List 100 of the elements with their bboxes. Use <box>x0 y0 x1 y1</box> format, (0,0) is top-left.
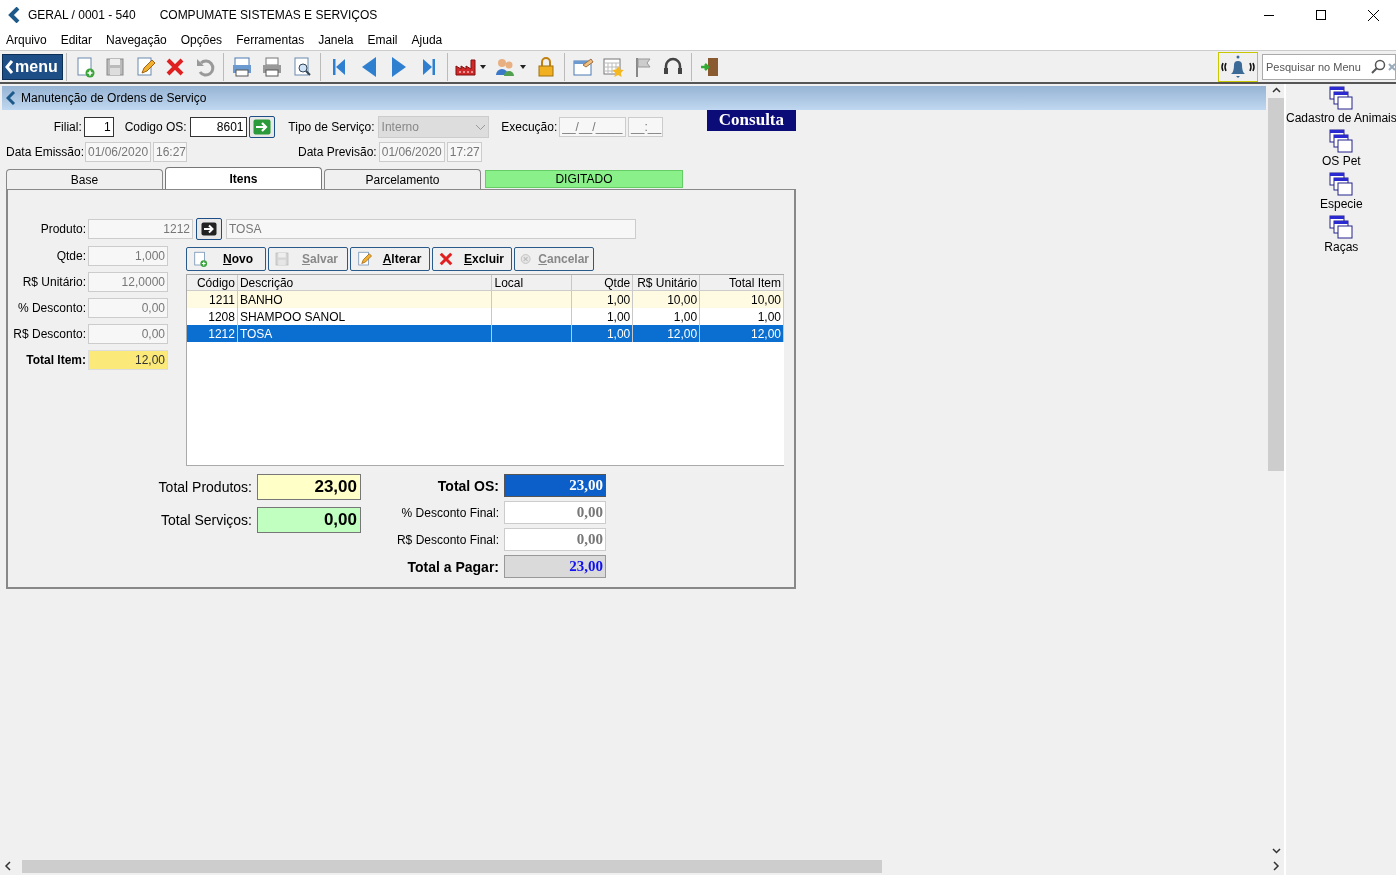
table-cell: 1211 <box>187 291 238 308</box>
minimize-icon <box>1264 14 1274 16</box>
table-cell: 10,00 <box>700 291 784 308</box>
action-button[interactable]: Alterar <box>350 247 430 271</box>
field-label: Execução: <box>501 120 558 134</box>
total-label: % Desconto Final: <box>401 505 499 520</box>
table-cell: 12,00 <box>700 325 784 342</box>
windows-stack-icon <box>1329 129 1354 153</box>
windows-stack-icon <box>1329 172 1354 196</box>
total-field: 23,00 <box>257 474 361 500</box>
mode-badge: Consulta <box>706 109 796 131</box>
action-button[interactable]: Novo <box>186 247 266 271</box>
menu-item[interactable]: Opções <box>180 33 223 47</box>
notification-button[interactable] <box>1218 51 1258 82</box>
go-button[interactable] <box>196 218 222 240</box>
column-header[interactable]: Total Item <box>700 275 784 290</box>
table-cell: BANHO <box>237 291 493 308</box>
field-label: % Desconto: <box>16 301 86 315</box>
total-label: Total a Pagar: <box>407 558 499 575</box>
status-badge: DIGITADO <box>485 170 683 188</box>
menu-item[interactable]: Ferramentas <box>236 33 305 47</box>
pencil-document-icon <box>355 250 373 268</box>
column-header[interactable]: Descrição <box>237 275 493 290</box>
tab[interactable]: Parcelamento <box>324 169 481 189</box>
search-field[interactable]: Pesquisar no Menu <box>1262 53 1396 80</box>
shortcut-item[interactable]: Cadastro de Animais <box>1286 86 1396 125</box>
text-field[interactable]: 0,00 <box>88 324 168 344</box>
text-field[interactable]: __/__/____ <box>559 117 627 137</box>
menu-item[interactable]: Email <box>367 33 398 47</box>
text-field[interactable]: __:__ <box>628 117 663 137</box>
text-field[interactable]: 1,000 <box>88 246 168 266</box>
column-header[interactable]: Qtde <box>572 275 634 290</box>
cross-icon <box>437 250 455 268</box>
column-header[interactable]: R$ Unitário <box>633 275 701 290</box>
text-field[interactable]: 8601 <box>189 117 247 137</box>
menu-item[interactable]: Arquivo <box>6 33 47 47</box>
table-cell: TOSA <box>237 325 493 342</box>
shortcut-item[interactable]: OS Pet <box>1322 129 1361 168</box>
close-icon <box>1367 9 1379 21</box>
text-field[interactable]: 12,0000 <box>88 272 168 292</box>
table-cell: 10,00 <box>633 291 701 308</box>
shortcut-item[interactable]: Raças <box>1324 215 1359 254</box>
menu-item[interactable]: Janela <box>318 33 354 47</box>
text-field[interactable]: TOSA <box>226 219 636 239</box>
back-chevron-icon <box>6 91 16 105</box>
text-field[interactable]: 12,00 <box>88 350 168 370</box>
clear-icon <box>1388 61 1396 72</box>
table-row[interactable]: 1211 BANHO 1,00 10,00 10,00 <box>187 291 784 308</box>
right-arrow-icon <box>201 222 217 236</box>
table-cell: 1,00 <box>572 291 634 308</box>
field-label: Produto: <box>39 222 86 236</box>
text-field[interactable]: 17:27 <box>446 142 482 162</box>
column-header[interactable]: Código <box>187 275 238 290</box>
tab[interactable]: Base <box>6 169 163 189</box>
field-label: Data Emissão: <box>6 145 82 159</box>
app-logo-icon <box>8 7 22 23</box>
total-field: 0,00 <box>504 528 606 551</box>
shortcut-item[interactable]: Especie <box>1320 172 1363 211</box>
field-label: R$ Desconto: <box>12 327 86 341</box>
menu-item[interactable]: Editar <box>60 33 93 47</box>
menu-logo-button[interactable]: menu <box>2 53 63 80</box>
column-header[interactable]: Local <box>492 275 573 290</box>
text-field[interactable]: 0,00 <box>88 298 168 318</box>
maximize-icon <box>1316 10 1326 20</box>
tab[interactable]: Itens <box>165 167 322 189</box>
window-title: GERAL / 0001 - 540 <box>28 8 136 22</box>
text-field[interactable]: 1212 <box>88 219 193 239</box>
text-field[interactable]: 01/06/2020 <box>85 142 151 162</box>
scroll-right-icon <box>1272 861 1280 871</box>
form-title: Manutenção de Ordens de Serviço <box>21 91 207 105</box>
scroll-down-icon <box>1271 845 1281 857</box>
windows-stack-icon <box>1329 215 1354 239</box>
table-cell: 1,00 <box>572 325 634 342</box>
bell-icon <box>1219 53 1257 80</box>
field-label: Codigo OS: <box>124 120 187 134</box>
field-label: Tipo de Serviço: <box>288 120 375 134</box>
text-field[interactable]: 1 <box>83 117 114 137</box>
search-icon <box>1370 58 1386 75</box>
total-field: 0,00 <box>504 501 606 524</box>
horizontal-scrollbar[interactable] <box>0 857 1284 875</box>
new-document-icon <box>191 250 209 268</box>
text-field[interactable]: 01/06/2020 <box>378 142 445 162</box>
go-button[interactable] <box>249 116 276 138</box>
company-name: COMPUMATE SISTEMAS E SERVIÇOS <box>159 8 378 22</box>
field-label: Qtde: <box>55 249 86 263</box>
menu-item[interactable]: Navegação <box>106 33 167 47</box>
table-row[interactable]: 1212 TOSA 1,00 12,00 12,00 <box>187 325 784 342</box>
text-field[interactable]: 16:27 <box>153 142 187 162</box>
total-field: 0,00 <box>257 507 361 533</box>
total-label: Total Produtos: <box>158 479 252 495</box>
field-label: Filial: <box>52 120 82 134</box>
action-button[interactable]: Excluir <box>432 247 512 271</box>
dropdown-caret-icon <box>476 124 486 130</box>
field-label: R$ Unitário: <box>21 275 86 289</box>
total-label: Total OS: <box>437 477 499 494</box>
menu-item[interactable]: Ajuda <box>411 33 443 47</box>
total-field: 23,00 <box>504 474 606 497</box>
table-cell: 12,00 <box>633 325 701 342</box>
total-label: R$ Desconto Final: <box>396 532 499 547</box>
scroll-left-icon <box>4 861 12 871</box>
